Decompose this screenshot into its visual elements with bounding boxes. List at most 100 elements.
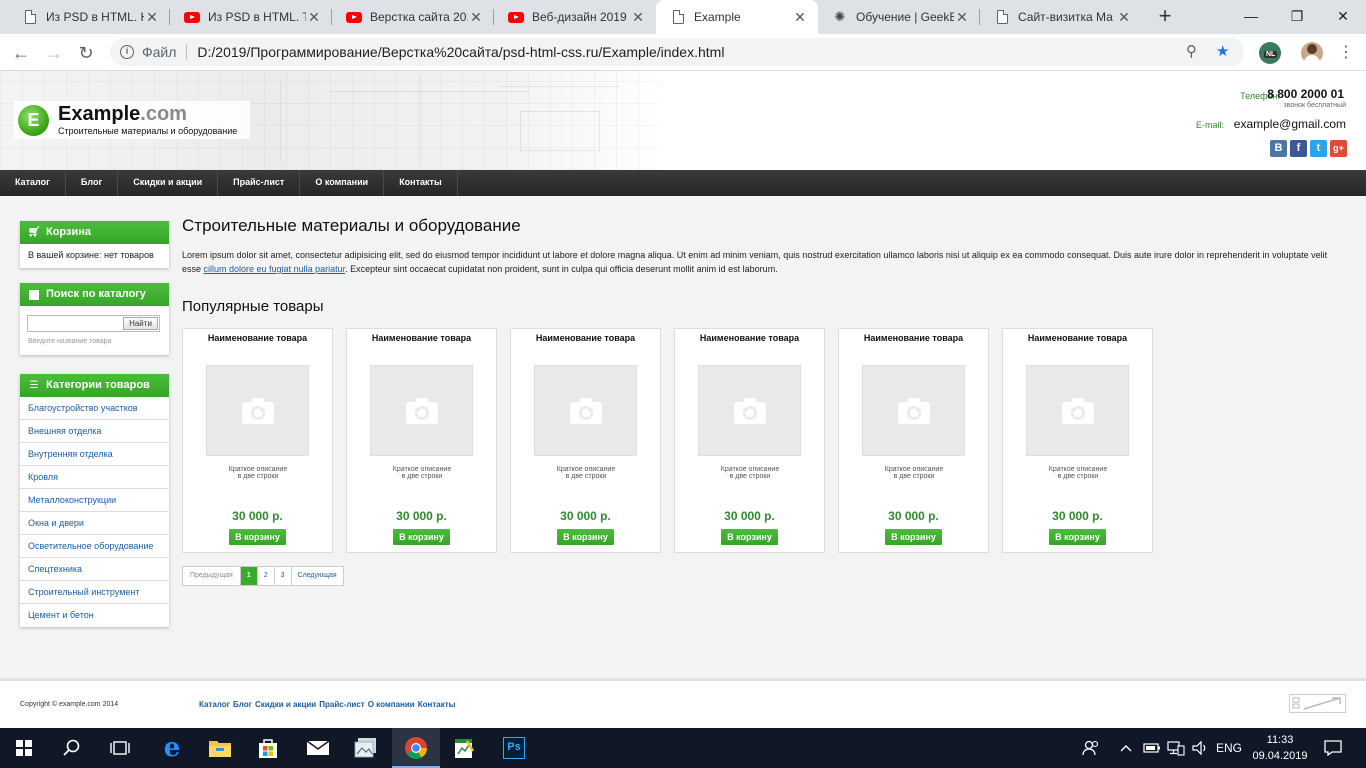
zoom-icon[interactable]: ⚲ [1186,38,1197,66]
product-name[interactable]: Наименование товара [347,333,496,343]
extension-icon[interactable]: NL [1259,42,1281,64]
close-icon[interactable]: ✕ [954,9,970,26]
footer-link[interactable]: Блог [233,700,252,709]
notepad-icon[interactable] [440,728,488,768]
intro-link[interactable]: cillum dolore eu fugiat nulla pariatur [204,264,346,274]
new-tab-button[interactable]: + [1153,4,1177,28]
pagination-page[interactable]: 3 [275,567,292,585]
pagination-page-current[interactable]: 1 [240,567,258,585]
chevron-up-icon[interactable] [1120,728,1132,768]
forward-button[interactable]: → [41,40,67,66]
pagination-page[interactable]: 2 [258,567,275,585]
add-to-cart-button[interactable]: В корзину [229,529,286,545]
search-icon[interactable] [48,728,96,768]
browser-tab[interactable]: Из PSD в HTML. Т ✕ [170,0,332,34]
product-image[interactable] [862,365,965,456]
product-name[interactable]: Наименование товара [1003,333,1152,343]
product-name[interactable]: Наименование товара [675,333,824,343]
category-link[interactable]: Внешняя отделка [20,420,169,443]
store-icon[interactable] [244,728,292,768]
battery-icon[interactable] [1143,728,1161,768]
product-name[interactable]: Наименование товара [839,333,988,343]
footer-link[interactable]: Прайс-лист [319,700,364,709]
back-button[interactable]: ← [8,40,34,66]
cart-widget-title[interactable]: 🛒︎ Корзина [20,221,169,244]
url-text[interactable]: D:/2019/Программирование/Верстка%20сайта… [197,44,724,60]
nav-item-about[interactable]: О компании [300,170,385,196]
add-to-cart-button[interactable]: В корзину [721,529,778,545]
nav-item-contacts[interactable]: Контакты [384,170,458,196]
add-to-cart-button[interactable]: В корзину [1049,529,1106,545]
nav-item-blog[interactable]: Блог [66,170,119,196]
developer-logo[interactable] [1289,694,1346,713]
product-image[interactable] [534,365,637,456]
bookmark-star-icon[interactable]: ★ [1216,38,1229,66]
system-clock[interactable]: 11:33 09.04.2019 [1250,732,1310,764]
browser-tab[interactable]: Веб-дизайн 2019 ✕ [494,0,656,34]
add-to-cart-button[interactable]: В корзину [557,529,614,545]
mail-icon[interactable] [294,728,342,768]
pagination-next[interactable]: Следующая [292,567,343,585]
close-icon[interactable]: ✕ [1116,9,1132,26]
logo-icon[interactable]: E [18,105,49,136]
avatar[interactable] [1301,42,1323,64]
notifications-icon[interactable] [1324,728,1342,768]
add-to-cart-button[interactable]: В корзину [393,529,450,545]
category-link[interactable]: Спецтехника [20,558,169,581]
close-window-button[interactable]: ✕ [1320,0,1366,34]
footer-link[interactable]: Скидки и акции [255,700,316,709]
close-icon[interactable]: ✕ [630,9,646,26]
photoshop-icon[interactable]: Ps [490,728,538,768]
pagination-prev[interactable]: Предыдущая [183,567,241,585]
browser-tab-active[interactable]: Example ✕ [656,0,818,34]
product-image[interactable] [1026,365,1129,456]
search-button[interactable]: Найти [123,317,158,330]
category-link[interactable]: Металлоконструкции [20,489,169,512]
nav-item-catalog[interactable]: Каталог [0,170,66,196]
category-link[interactable]: Кровля [20,466,169,489]
footer-link[interactable]: Каталог [199,700,230,709]
file-explorer-icon[interactable] [196,728,244,768]
footer-link[interactable]: О компании [368,700,415,709]
maximize-button[interactable]: ❐ [1274,0,1320,34]
footer-link[interactable]: Контакты [418,700,456,709]
product-image[interactable] [698,365,801,456]
product-name[interactable]: Наименование товара [183,333,332,343]
browser-tab[interactable]: ✺ Обучение | GeekB ✕ [818,0,980,34]
close-icon[interactable]: ✕ [144,9,160,26]
close-icon[interactable]: ✕ [468,9,484,26]
email-address[interactable]: example@gmail.com [1234,117,1346,131]
product-image[interactable] [370,365,473,456]
minimize-button[interactable]: — [1228,0,1274,34]
browser-tab[interactable]: Сайт-визитка Ма ✕ [980,0,1142,34]
reload-button[interactable]: ↻ [73,40,99,66]
info-icon[interactable]: i [120,45,134,59]
product-name[interactable]: Наименование товара [511,333,660,343]
logo-name[interactable]: Example.com [58,103,187,126]
input-language[interactable]: ENG [1216,728,1242,768]
category-link[interactable]: Строительный инструмент [20,581,169,604]
product-image[interactable] [206,365,309,456]
task-view-icon[interactable] [96,728,144,768]
menu-icon[interactable]: ⋮ [1333,40,1359,66]
close-icon[interactable]: ✕ [792,9,808,26]
browser-tab[interactable]: Из PSD в HTML. Н ✕ [8,0,170,34]
browser-tab[interactable]: Верстка сайта 201 ✕ [332,0,494,34]
windows-start-icon[interactable] [0,728,48,768]
address-bar[interactable]: i Файл D:/2019/Программирование/Верстка%… [110,38,1244,66]
twitter-icon[interactable]: t [1310,140,1327,157]
network-icon[interactable] [1167,728,1185,768]
volume-icon[interactable] [1191,728,1209,768]
close-icon[interactable]: ✕ [306,9,322,26]
photos-icon[interactable] [342,728,390,768]
people-icon[interactable] [1082,728,1100,768]
googleplus-icon[interactable]: g+ [1330,140,1347,157]
category-link[interactable]: Цемент и бетон [20,604,169,627]
nav-item-pricelist[interactable]: Прайс-лист [218,170,301,196]
add-to-cart-button[interactable]: В корзину [885,529,942,545]
category-link[interactable]: Осветительное оборудование [20,535,169,558]
nav-item-sales[interactable]: Скидки и акции [118,170,219,196]
vk-icon[interactable]: B [1270,140,1287,157]
category-link[interactable]: Окна и двери [20,512,169,535]
edge-icon[interactable]: e [148,728,196,768]
